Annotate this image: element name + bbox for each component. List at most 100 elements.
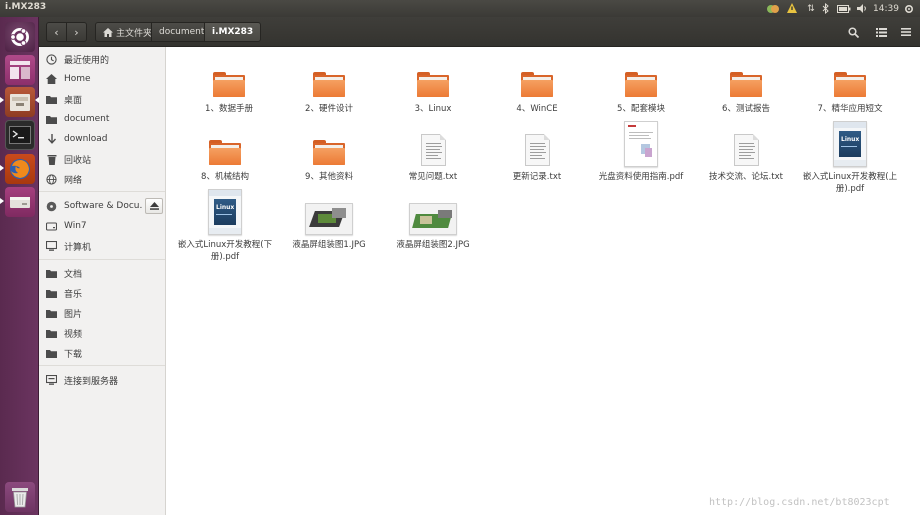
file-item-txt[interactable]: 技术交流、论坛.txt [694, 121, 798, 183]
home-icon [46, 74, 57, 85]
sidebar-item-network[interactable]: 网络 [39, 170, 165, 188]
eject-button[interactable] [145, 198, 163, 214]
clock-icon [46, 53, 57, 65]
folder-icon [825, 53, 875, 99]
power-gear-icon[interactable] [903, 2, 915, 15]
file-item-pdf[interactable]: 光盘资料使用指南.pdf [589, 121, 693, 183]
sidebar: 最近使用的 Home 桌面 document download 回收站 网络 S… [39, 47, 166, 515]
search-button[interactable] [841, 22, 865, 42]
sidebar-item-software-disc[interactable]: Software & Docu... [39, 197, 143, 215]
eject-icon [149, 202, 159, 210]
battery-icon[interactable] [836, 2, 852, 15]
trash-icon [46, 154, 57, 165]
launcher-item-firefox[interactable] [5, 154, 35, 184]
file-name: 7、精华应用短文 [817, 104, 883, 114]
sidebar-item-label: Home [64, 74, 91, 84]
file-item-folder[interactable]: 1、数据手册 [177, 53, 281, 115]
sidebar-item-pictures[interactable]: 图片 [39, 304, 165, 322]
clock[interactable]: 14:39 [872, 2, 900, 15]
watermark: http://blog.csdn.net/bt8023cpt [709, 497, 890, 508]
list-view-button[interactable] [869, 22, 893, 42]
launcher-running-indicator [0, 198, 4, 204]
file-name: 3、Linux [414, 104, 452, 114]
breadcrumb-label: document [159, 27, 205, 37]
sidebar-item-desktop[interactable]: 桌面 [39, 90, 165, 108]
file-name: 嵌入式Linux开发教程(上册).pdf [802, 172, 898, 194]
sidebar-item-label: 连接到服务器 [64, 376, 119, 387]
sidebar-item-label: 视频 [64, 329, 83, 340]
launcher-item-trash[interactable] [5, 482, 35, 512]
sidebar-item-computer[interactable]: 计算机 [39, 237, 165, 255]
launcher-item-files[interactable] [5, 87, 35, 117]
image-thumbnail [408, 189, 458, 235]
file-item-pdf[interactable]: Linux 嵌入式Linux开发教程(下册).pdf [173, 189, 277, 263]
sidebar-item-label: 桌面 [64, 95, 83, 106]
file-name: 9、其他资料 [305, 172, 353, 182]
sidebar-item-home[interactable]: Home [39, 70, 165, 88]
launcher-running-indicator [0, 97, 4, 103]
back-button[interactable]: ‹ [46, 22, 67, 42]
text-file-icon [721, 121, 771, 167]
dash-home-button[interactable] [5, 22, 35, 52]
sidebar-item-recent[interactable]: 最近使用的 [39, 50, 165, 68]
sidebar-item-documents[interactable]: 文档 [39, 264, 165, 282]
folder-icon [46, 94, 57, 105]
file-item-txt[interactable]: 更新记录.txt [485, 121, 589, 183]
pdf-book-thumbnail: Linux [825, 121, 875, 167]
book-cover-title: Linux [216, 204, 235, 211]
file-name: 2、硬件设计 [305, 104, 353, 114]
chat-indicator-icon[interactable] [766, 2, 780, 15]
forward-button[interactable]: › [66, 22, 87, 42]
launcher-item-terminal[interactable] [5, 120, 35, 150]
file-item-txt[interactable]: 常见问题.txt [381, 121, 485, 183]
file-name: 8、机械结构 [201, 172, 249, 182]
file-item-folder[interactable]: 6、测试报告 [694, 53, 798, 115]
sidebar-item-label: Software & Docu... [64, 201, 143, 211]
header-bar: ‹ › 主文件夹 document i.MX283 [39, 17, 920, 47]
folder-icon [204, 53, 254, 99]
sidebar-item-connect-server[interactable]: 连接到服务器 [39, 371, 165, 389]
book-cover-title: Linux [841, 136, 860, 143]
sidebar-item-label: 网络 [64, 175, 83, 186]
sidebar-item-trash[interactable]: 回收站 [39, 150, 165, 168]
launcher-item-optical-drive[interactable] [5, 187, 35, 217]
sidebar-divider [39, 365, 165, 366]
file-item-jpg[interactable]: 液晶屏组装图2.JPG [381, 189, 485, 251]
sidebar-divider [39, 259, 165, 260]
file-item-folder[interactable]: 3、Linux [381, 53, 485, 115]
text-file-icon [512, 121, 562, 167]
network-updown-icon[interactable]: ⇅ [806, 2, 816, 15]
bluetooth-icon[interactable] [820, 2, 830, 15]
file-item-folder[interactable]: 8、机械结构 [173, 121, 277, 183]
file-item-folder[interactable]: 2、硬件设计 [277, 53, 381, 115]
sidebar-item-win7[interactable]: Win7 [39, 217, 165, 235]
sidebar-item-music[interactable]: 音乐 [39, 284, 165, 302]
update-indicator-icon[interactable] [786, 2, 798, 15]
folder-icon [46, 308, 57, 319]
file-name: 6、测试报告 [722, 104, 770, 114]
launcher-item-workspace-switcher[interactable] [5, 55, 35, 85]
file-item-folder[interactable]: 9、其他资料 [277, 121, 381, 183]
folder-icon [46, 114, 57, 125]
volume-icon[interactable] [857, 2, 867, 15]
file-name: 5、配套模块 [617, 104, 665, 114]
file-item-jpg[interactable]: 液晶屏组装图1.JPG [277, 189, 381, 251]
breadcrumb-current[interactable]: i.MX283 [204, 22, 262, 42]
file-item-pdf[interactable]: Linux 嵌入式Linux开发教程(上册).pdf [798, 121, 902, 195]
file-grid: 1、数据手册 2、硬件设计 3、Linux 4、WinCE 5、配套模块 6、测… [167, 47, 920, 515]
sidebar-divider [39, 191, 165, 192]
folder-icon [304, 121, 354, 167]
sidebar-item-downloads[interactable]: 下载 [39, 344, 165, 362]
list-view-icon [875, 27, 887, 37]
sidebar-item-download[interactable]: download [39, 130, 165, 148]
sidebar-item-videos[interactable]: 视频 [39, 324, 165, 342]
drive-icon [46, 221, 57, 232]
server-icon [46, 375, 57, 386]
file-item-folder[interactable]: 5、配套模块 [589, 53, 693, 115]
sidebar-item-label: Win7 [64, 221, 87, 231]
file-name: 更新记录.txt [512, 172, 562, 182]
sidebar-item-document[interactable]: document [39, 110, 165, 128]
menu-button[interactable] [894, 22, 918, 42]
file-item-folder[interactable]: 4、WinCE [485, 53, 589, 115]
file-item-folder[interactable]: 7、精华应用短文 [798, 53, 902, 115]
